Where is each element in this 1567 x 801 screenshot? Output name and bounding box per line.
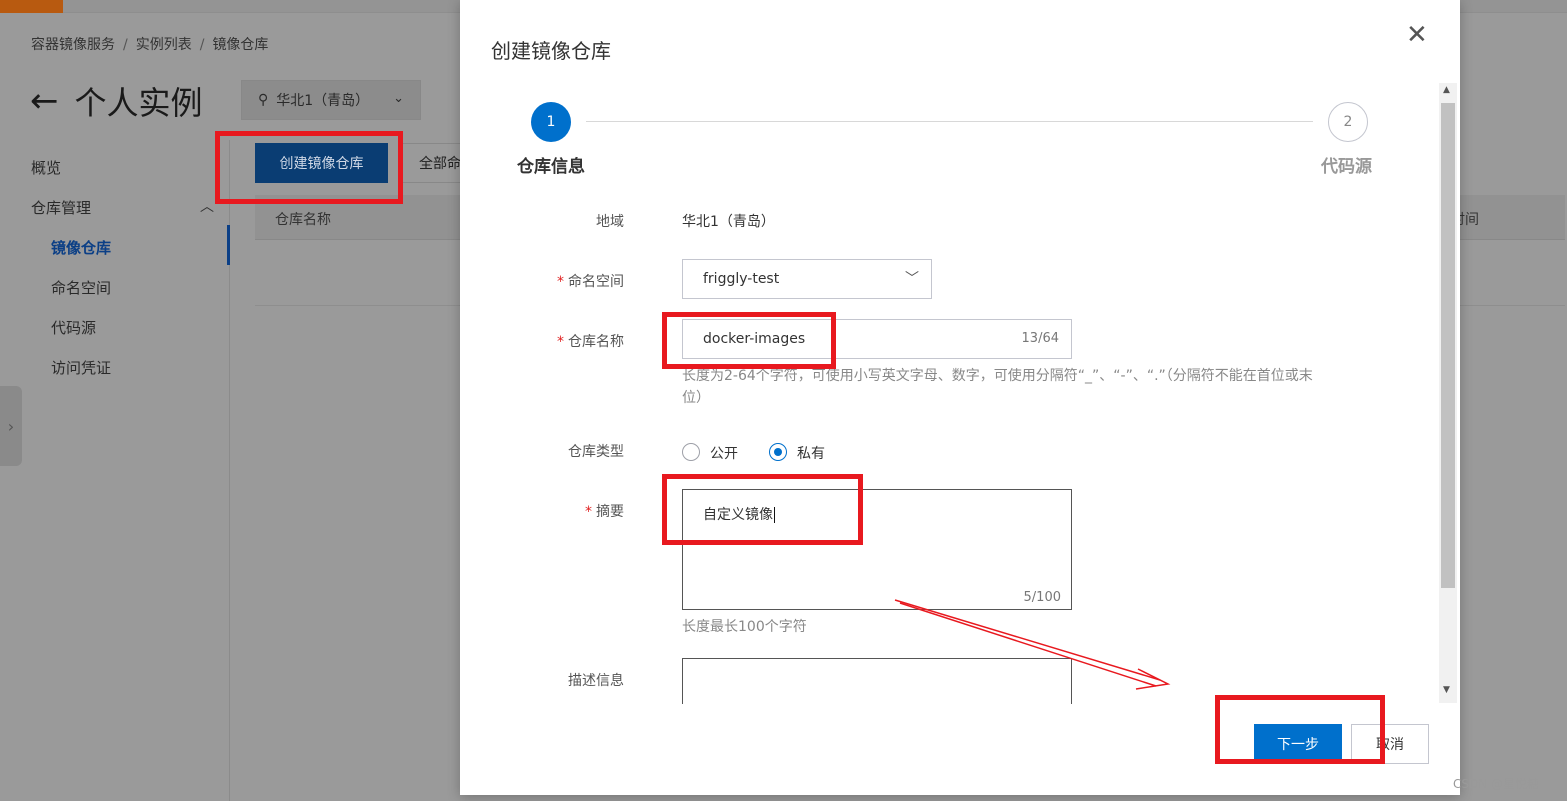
region-select[interactable]: ⚲ 华北1（青岛） ⌄ — [241, 80, 421, 120]
required-mark: * — [557, 274, 564, 290]
sidebar-item-code-sources[interactable]: 代码源 — [51, 317, 96, 338]
breadcrumb-item-repos: 镜像仓库 — [212, 37, 269, 53]
sidebar-collapse-handle[interactable]: › — [0, 386, 22, 466]
page-title-text: 个人实例 — [74, 84, 203, 122]
repo-type-private-label[interactable]: 私有 — [797, 443, 825, 463]
dialog-body: 1 2 仓库信息 代码源 地域 华北1（青岛） * 命名空间 friggly-te… — [460, 80, 1460, 704]
summary-label: * 摘要 — [585, 504, 624, 520]
namespace-select-value: friggly-test — [703, 271, 780, 287]
sidebar-item-access-credentials[interactable]: 访问凭证 — [51, 357, 111, 378]
sidebar-item-namespaces[interactable]: 命名空间 — [51, 277, 111, 298]
repo-type-label: 仓库类型 — [568, 444, 624, 460]
required-mark: * — [557, 334, 564, 350]
page-title: ← 个人实例 — [30, 78, 203, 124]
namespace-label: * 命名空间 — [557, 274, 624, 290]
repo-name-label: * 仓库名称 — [557, 334, 624, 350]
chevron-down-icon: ﹀ — [905, 271, 919, 287]
chevron-right-icon: › — [7, 416, 15, 436]
repo-type-public-radio[interactable] — [682, 443, 700, 461]
summary-help: 长度最长100个字符 — [682, 619, 807, 635]
scroll-up-arrow-icon[interactable]: ▲ — [1443, 85, 1450, 95]
dialog-title: 创建镜像仓库 — [491, 39, 611, 63]
sidebar-active-indicator — [227, 225, 230, 265]
close-icon[interactable]: ✕ — [1406, 22, 1428, 48]
breadcrumb: 容器镜像服务 / 实例列表 / 镜像仓库 — [31, 34, 268, 54]
region-value: 华北1（青岛） — [682, 214, 775, 230]
annotation-box-summary — [662, 474, 863, 545]
description-textarea[interactable] — [682, 658, 1072, 704]
breadcrumb-item-instances[interactable]: 实例列表 — [136, 37, 192, 53]
column-header-repo-name: 仓库名称 — [275, 212, 331, 228]
dialog-scrollbar[interactable]: ▲ ▼ — [1439, 83, 1457, 703]
create-repo-dialog: 创建镜像仓库 ✕ 1 2 仓库信息 代码源 地域 华北1（青岛） * 命名空间 f… — [460, 0, 1460, 795]
scrollbar-thumb[interactable] — [1441, 103, 1455, 588]
description-label: 描述信息 — [568, 673, 624, 689]
namespace-select[interactable]: friggly-test ﹀ — [682, 259, 932, 299]
step-1-title: 仓库信息 — [517, 157, 585, 177]
repo-name-counter: 13/64 — [1021, 331, 1059, 346]
sidebar-group-repo-management[interactable]: 仓库管理 — [31, 197, 91, 218]
required-mark: * — [585, 504, 592, 520]
repo-name-help: 长度为2-64个字符，可使用小写英文字母、数字，可使用分隔符“_”、“-”、“.… — [682, 368, 1313, 406]
breadcrumb-separator: / — [123, 37, 128, 53]
step-1-indicator: 1 — [531, 102, 571, 142]
repo-type-public-label[interactable]: 公开 — [710, 443, 738, 463]
region-label: 地域 — [596, 214, 624, 230]
sidebar-item-image-repos[interactable]: 镜像仓库 — [51, 237, 111, 258]
location-pin-icon: ⚲ — [258, 92, 269, 108]
sidebar-item-overview[interactable]: 概览 — [31, 157, 61, 178]
sidebar — [0, 140, 230, 801]
watermark: CSDN @星悦糖 — [1453, 777, 1540, 791]
scroll-down-arrow-icon[interactable]: ▼ — [1443, 685, 1450, 695]
step-connector — [586, 121, 1313, 122]
summary-counter: 5/100 — [1023, 590, 1061, 605]
annotation-box-create-button — [215, 131, 403, 204]
region-select-value: 华北1（青岛） — [276, 93, 370, 109]
annotation-box-repo-name — [662, 312, 836, 369]
annotation-box-next-button — [1215, 695, 1385, 764]
chevron-down-icon: ⌄ — [393, 91, 404, 106]
chevron-up-icon[interactable]: ︿ — [200, 196, 214, 216]
breadcrumb-item-service[interactable]: 容器镜像服务 — [31, 37, 115, 53]
step-2-indicator: 2 — [1328, 102, 1368, 142]
all-namespaces-filter[interactable]: 全部命 — [402, 143, 462, 183]
step-2-title: 代码源 — [1321, 157, 1372, 177]
console-logo[interactable] — [0, 0, 63, 13]
back-arrow-icon[interactable]: ← — [30, 84, 59, 118]
breadcrumb-separator: / — [199, 37, 205, 53]
repo-type-private-radio[interactable] — [769, 443, 787, 461]
